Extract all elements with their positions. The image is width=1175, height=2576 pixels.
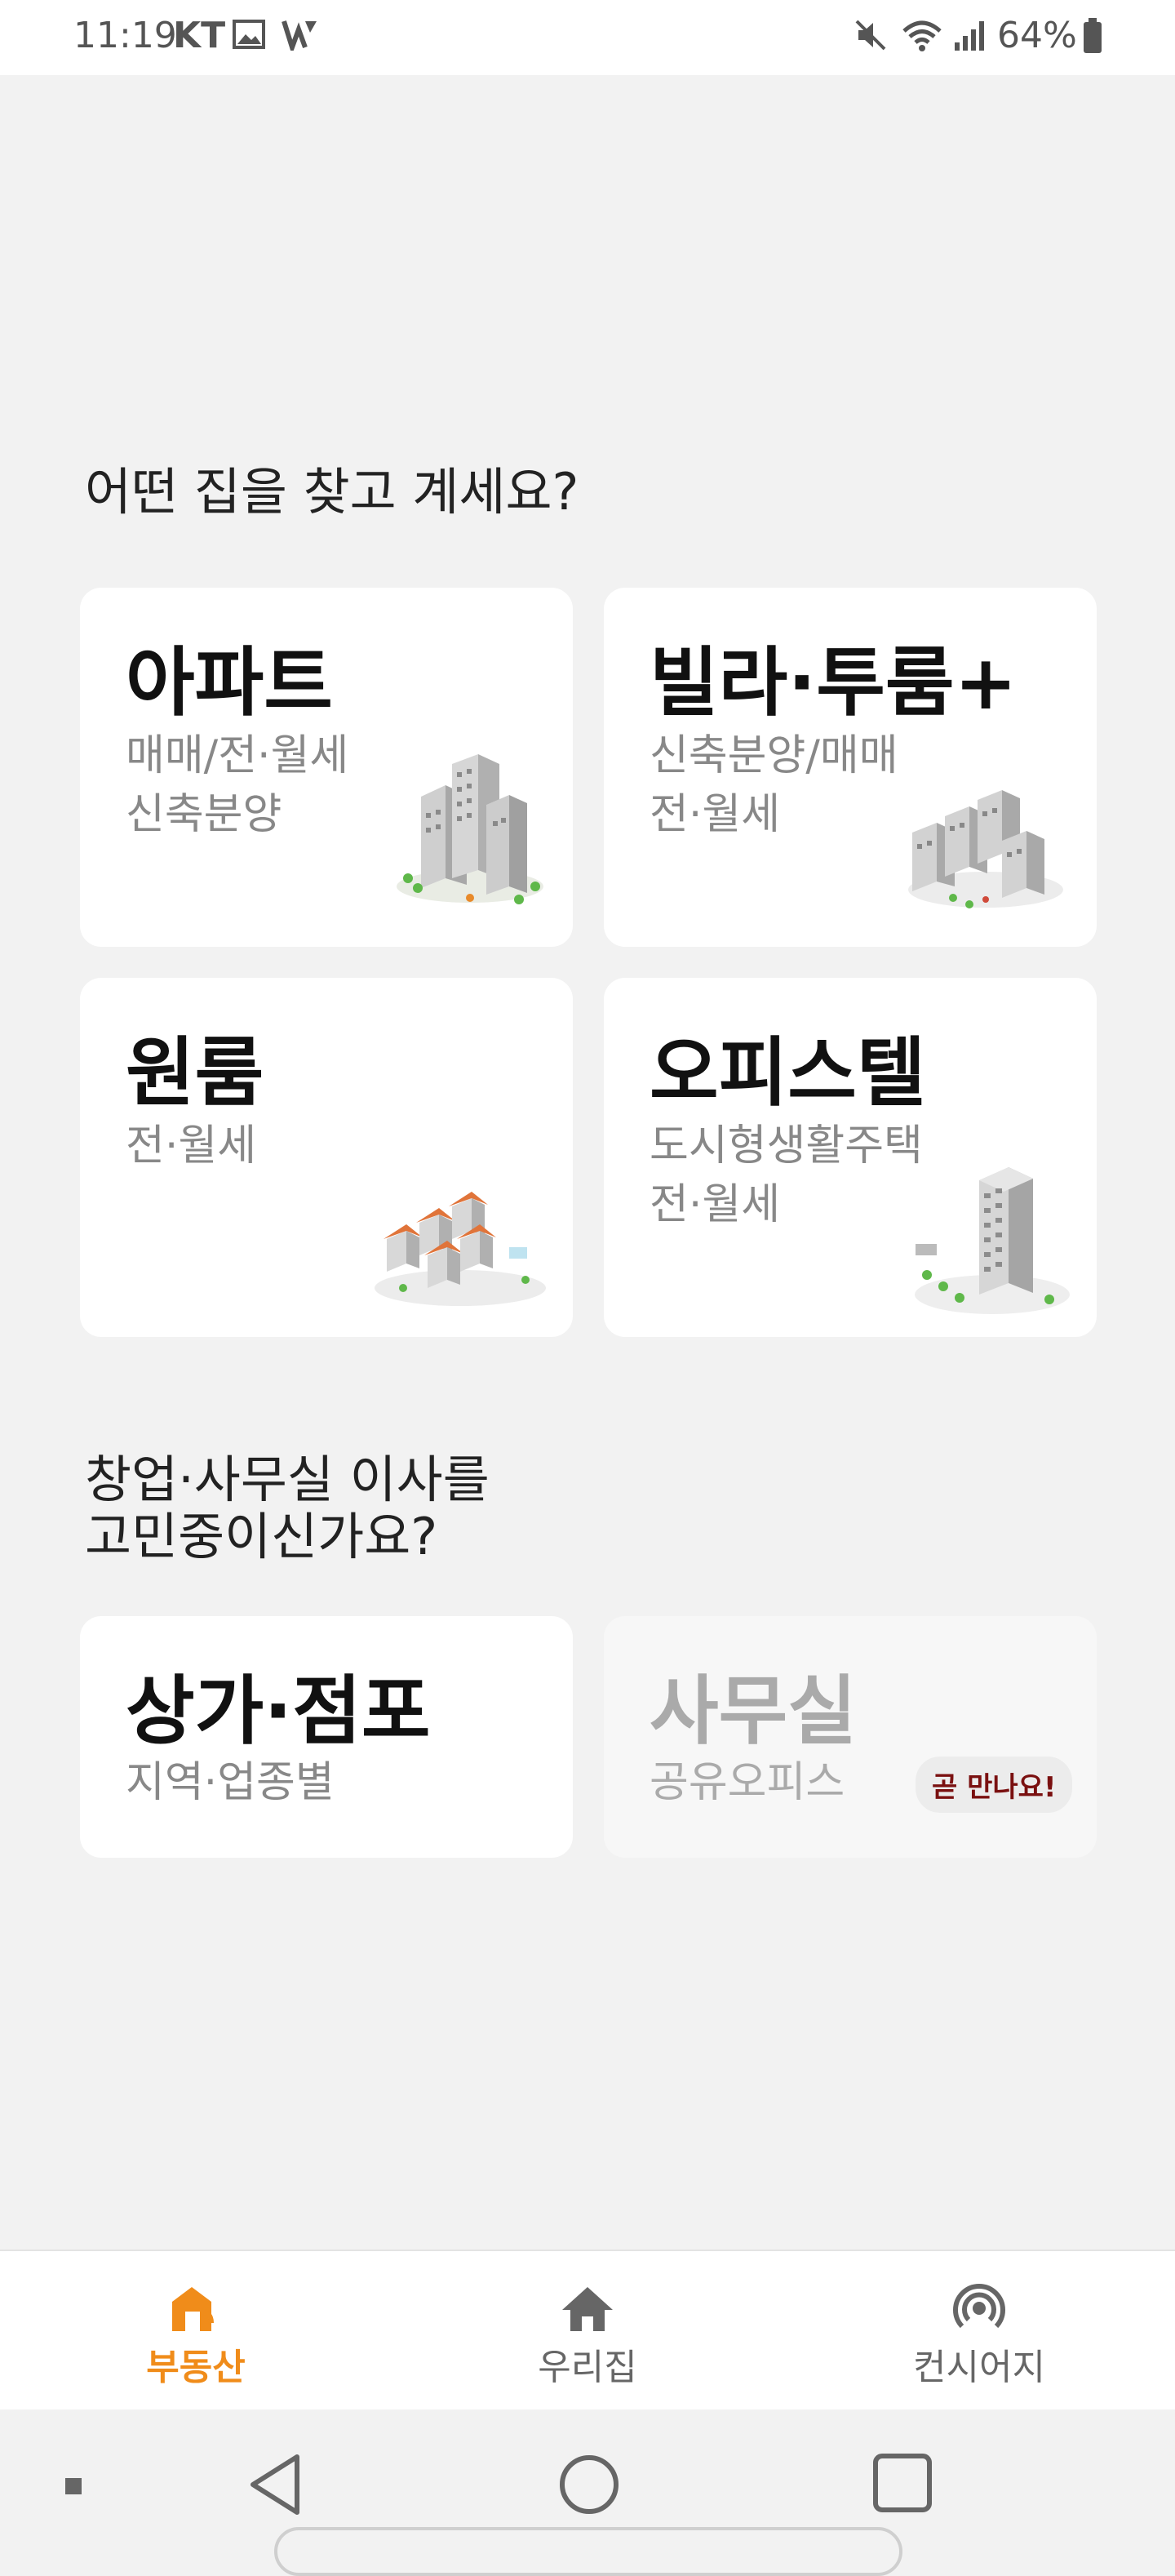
card-office: 사무실 공유오피스 곧 만나요! [604,1616,1097,1858]
card-subtitle: 지역·업종별 [126,1758,335,1807]
officetel-illustration [911,1156,1074,1322]
coming-soon-badge: 곧 만나요! [916,1757,1073,1813]
home-icon [559,2284,616,2336]
mute-icon [854,18,888,56]
battery-percent: 64% [997,15,1077,56]
card-officetel[interactable]: 오피스텔 도시형생활주택 전·월세 [604,978,1097,1337]
real-estate-icon [167,2284,224,2336]
battery-icon [1082,18,1103,57]
card-subtitle: 신축분양/매매 [650,731,898,780]
concierge-icon [951,2284,1008,2336]
card-subtitle: 전·월세 [650,1180,781,1229]
card-subtitle: 전·월세 [650,790,781,839]
business-question-line1: 창업·사무실 이사를 [85,1450,490,1509]
gallery-icon [232,18,266,54]
status-bar: 11:19 KT 64% [0,0,1175,75]
card-title: 아파트 [126,639,333,726]
signal-icon [953,18,991,56]
status-carrier: KT [173,15,226,56]
card-villa[interactable]: 빌라·투룸+ 신축분양/매매 전·월세 [604,588,1097,947]
system-nav-bar [0,2409,1175,2547]
card-title: 상가·점포 [126,1668,431,1755]
card-subtitle: 전·월세 [126,1121,257,1170]
home-button[interactable] [558,2454,620,2519]
recent-indicator-icon [64,2476,83,2499]
apartment-illustration [388,748,552,914]
wifi-icon [901,18,943,56]
status-time: 11:19 [73,15,177,56]
oneroom-illustration [370,1166,550,1316]
card-apartment[interactable]: 아파트 매매/전·월세 신축분양 [80,588,573,947]
back-button[interactable] [246,2452,304,2520]
business-question-line2: 고민중이신가요? [85,1507,438,1566]
housing-question-title: 어떤 집을 찾고 계세요? [85,462,579,522]
card-title: 원룸 [126,1029,264,1117]
card-subtitle: 공유오피스 [650,1758,845,1807]
nav-label: 컨시어지 [913,2347,1045,2388]
bottom-nav: 부동산 우리집 컨시어지 [0,2250,1175,2411]
nav-label: 우리집 [538,2347,637,2388]
card-subtitle: 도시형생활주택 [650,1121,923,1170]
card-store[interactable]: 상가·점포 지역·업종별 [80,1616,573,1858]
card-title: 사무실 [650,1668,857,1755]
nav-item-real-estate[interactable]: 부동산 [0,2251,392,2411]
card-title: 빌라·투룸+ [650,639,1018,726]
nav-item-concierge[interactable]: 컨시어지 [783,2251,1175,2411]
card-subtitle: 매매/전·월세 [126,731,349,780]
app-notification-icon [281,18,320,56]
nav-item-my-home[interactable]: 우리집 [392,2251,783,2411]
card-oneroom[interactable]: 원룸 전·월세 [80,978,573,1337]
villa-illustration [904,775,1067,917]
gesture-handle[interactable] [274,2527,902,2576]
card-title: 오피스텔 [650,1029,926,1117]
nav-label: 부동산 [146,2347,246,2388]
card-subtitle: 신축분양 [126,790,282,839]
recents-button[interactable] [871,2452,933,2517]
